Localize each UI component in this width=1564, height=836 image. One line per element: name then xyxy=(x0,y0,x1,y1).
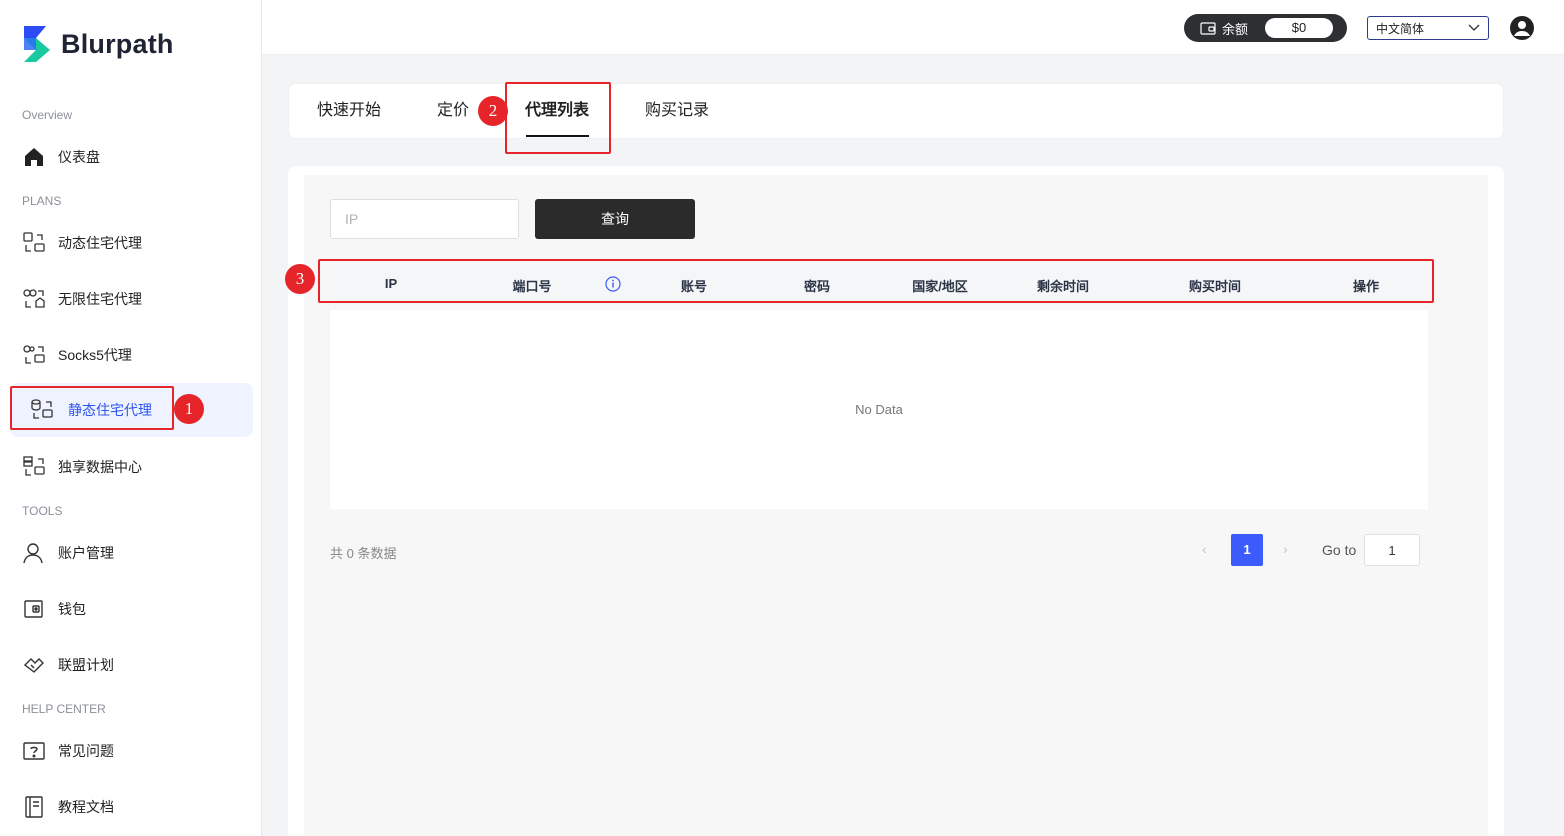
sidebar-item-affiliate[interactable]: 联盟计划 xyxy=(10,638,253,692)
next-page-button[interactable]: › xyxy=(1283,541,1288,557)
brand-logo[interactable]: Blurpath xyxy=(22,26,174,62)
sidebar-item-rotating-residential[interactable]: 动态住宅代理 xyxy=(10,216,253,270)
affiliate-icon xyxy=(22,653,46,677)
annotation-badge-3: 3 xyxy=(285,264,315,294)
language-select[interactable]: 中文简体 xyxy=(1367,16,1489,40)
sidebar-item-label: 独享数据中心 xyxy=(58,459,142,475)
annotation-badge-1: 1 xyxy=(174,394,204,424)
sidebar-item-static-residential[interactable]: 静态住宅代理 xyxy=(10,383,253,437)
docs-icon xyxy=(22,795,46,819)
datacenter-icon xyxy=(22,455,46,479)
sidebar-item-faq[interactable]: 常见问题 xyxy=(10,724,253,778)
chevron-down-icon xyxy=(1468,24,1480,31)
section-overview: Overview xyxy=(22,108,73,122)
home-icon xyxy=(22,145,46,169)
goto-label: Go to xyxy=(1322,542,1357,558)
prev-page-button[interactable]: ‹ xyxy=(1202,541,1207,557)
faq-icon xyxy=(22,739,46,763)
wallet-icon xyxy=(1200,22,1216,35)
logo-mark-icon xyxy=(24,26,50,62)
empty-state-text: No Data xyxy=(855,402,903,417)
static-residential-icon xyxy=(30,398,54,422)
sidebar-item-label: 联盟计划 xyxy=(58,657,114,673)
section-help-center: HELP CENTER xyxy=(22,702,106,716)
brand-name: Blurpath xyxy=(61,28,174,59)
section-plans: PLANS xyxy=(22,194,62,208)
balance-label: 余额 xyxy=(1222,21,1249,37)
user-icon xyxy=(22,541,46,565)
socks5-icon xyxy=(22,343,46,367)
tab-purchase-history[interactable]: 购买记录 xyxy=(645,83,709,139)
table-body: No Data xyxy=(330,310,1428,509)
sidebar-item-dashboard[interactable]: 仪表盘 xyxy=(10,130,253,184)
sidebar-item-label: Socks5代理 xyxy=(58,347,132,363)
sidebar-item-label: 常见问题 xyxy=(58,743,114,759)
column-remaining-time: 剩余时间 xyxy=(1036,279,1090,294)
balance-pill[interactable]: 余额 $0 xyxy=(1184,14,1347,42)
column-port: 端口号 xyxy=(512,279,552,294)
tab-pricing[interactable]: 定价 xyxy=(437,83,469,139)
sidebar-item-unlimited-residential[interactable]: 无限住宅代理 xyxy=(10,272,253,326)
tab-proxy-list[interactable]: 代理列表 xyxy=(525,83,589,139)
column-account: 账号 xyxy=(680,279,708,294)
annotation-badge-2: 2 xyxy=(478,96,508,126)
ip-search-input[interactable] xyxy=(330,199,519,239)
column-ip: IP xyxy=(384,276,398,291)
tab-quick-start[interactable]: 快速开始 xyxy=(317,83,381,139)
page-1-button[interactable]: 1 xyxy=(1231,534,1263,566)
column-actions: 操作 xyxy=(1352,279,1380,294)
language-value: 中文简体 xyxy=(1376,21,1425,36)
wallet-icon xyxy=(22,597,46,621)
balance-amount: $0 xyxy=(1265,18,1333,38)
query-button[interactable]: 查询 xyxy=(535,199,695,239)
topbar: 余额 $0 中文简体 xyxy=(262,0,1564,55)
sidebar-item-docs[interactable]: 教程文档 xyxy=(10,780,253,834)
sidebar: Blurpath Overview 仪表盘 PLANS 动态住宅代理 无限住宅代… xyxy=(0,0,262,836)
goto-page-input[interactable] xyxy=(1364,534,1420,566)
total-count: 共 0 条数据 xyxy=(330,546,397,561)
column-password: 密码 xyxy=(803,279,831,294)
sidebar-item-wallet[interactable]: 钱包 xyxy=(10,582,253,636)
column-country: 国家/地区 xyxy=(912,279,968,294)
sidebar-item-datacenter[interactable]: 独享数据中心 xyxy=(10,440,253,494)
tab-active-underline xyxy=(526,135,589,137)
info-icon[interactable] xyxy=(605,276,621,292)
sidebar-item-label: 仪表盘 xyxy=(58,149,100,165)
section-tools: TOOLS xyxy=(22,504,63,518)
unlimited-residential-icon xyxy=(22,287,46,311)
column-purchase-time: 购买时间 xyxy=(1188,279,1242,294)
sidebar-item-label: 动态住宅代理 xyxy=(58,235,142,251)
sidebar-item-label: 无限住宅代理 xyxy=(58,291,142,307)
sidebar-item-label: 教程文档 xyxy=(58,799,114,815)
rotating-residential-icon xyxy=(22,231,46,255)
sidebar-item-account[interactable]: 账户管理 xyxy=(10,526,253,580)
sidebar-item-socks5[interactable]: Socks5代理 xyxy=(10,328,253,382)
sidebar-item-label: 静态住宅代理 xyxy=(68,402,152,418)
sidebar-item-label: 账户管理 xyxy=(58,545,114,561)
sidebar-item-label: 钱包 xyxy=(58,601,86,617)
avatar-icon[interactable] xyxy=(1510,16,1534,40)
tabs-bar xyxy=(288,83,1504,139)
table-header: IP 端口号 账号 密码 国家/地区 剩余时间 购买时间 操作 xyxy=(330,262,1428,304)
